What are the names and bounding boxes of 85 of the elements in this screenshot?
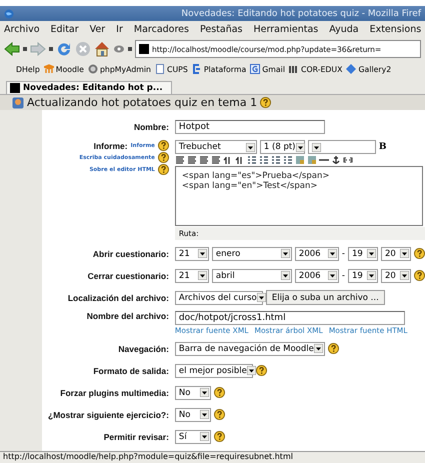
page-heading: Actualizando hot potatoes quiz en tema 1	[27, 96, 258, 109]
globe-icon	[88, 64, 98, 74]
help-icon[interactable]	[256, 365, 267, 376]
align-center-icon[interactable]	[186, 155, 197, 165]
field-label: Formato de salida:	[93, 366, 169, 376]
dropdown[interactable]: 20	[381, 246, 411, 260]
align-left-icon[interactable]	[174, 155, 185, 165]
field-label: Nombre:	[134, 122, 169, 132]
field-label: Nombre del archivo:	[86, 311, 169, 321]
help-icon[interactable]	[414, 270, 425, 281]
field-label: Forzar plugins multimedia:	[60, 388, 169, 398]
back-arrow-icon[interactable]	[4, 42, 20, 56]
dropdown[interactable]: 21	[174, 268, 209, 282]
dropdown[interactable]: 1 (8 pt)	[260, 140, 305, 154]
editor-text-area[interactable]: <span lang="es">Prueba</span> <span lang="en">Test</span>	[174, 166, 423, 226]
input-field[interactable]: doc/hotpot/jcross1.html	[174, 311, 405, 325]
field-label: Navegación:	[118, 344, 169, 354]
help-icon[interactable]	[214, 431, 225, 442]
window-title: Novedades: Editando hot potatoes quiz - Mozilla Firef	[180, 8, 421, 18]
indent-icon[interactable]	[282, 155, 293, 165]
dropdown[interactable]: 21	[174, 246, 209, 260]
dropdown[interactable]: 2006	[294, 246, 339, 260]
justify-icon[interactable]	[210, 155, 221, 165]
field-label: Abrir cuestionario:	[92, 248, 169, 258]
dropdown[interactable]: 2006	[294, 268, 339, 282]
menu-item[interactable]: Pestañas	[200, 24, 242, 35]
go-icon[interactable]	[113, 45, 125, 53]
help-icon[interactable]	[158, 140, 169, 151]
gem-icon	[346, 64, 356, 74]
dropdown[interactable]: 19	[348, 268, 378, 282]
dropdown[interactable]: 20	[381, 268, 411, 282]
dropdown[interactable]: enero	[212, 246, 292, 260]
dropdown[interactable]: abril	[212, 268, 292, 282]
bullet-list-icon[interactable]	[258, 155, 269, 165]
anchor-icon[interactable]	[330, 155, 341, 165]
dropdown[interactable]: No	[174, 408, 211, 422]
page-icon	[155, 64, 165, 74]
dropdown[interactable]: Barra de navegación de Moodle	[174, 342, 325, 356]
bars-icon	[289, 64, 299, 74]
menu-item[interactable]: Herramientas	[254, 24, 318, 35]
dropdown[interactable]: Archivos del curso	[174, 290, 263, 304]
link-icon[interactable]	[342, 155, 353, 165]
dropdown[interactable]: el mejor posible	[174, 364, 253, 378]
separator: -	[342, 248, 345, 258]
field-label: Permitir revisar:	[104, 432, 169, 442]
align-right-icon[interactable]	[198, 155, 209, 165]
help-icon[interactable]	[158, 164, 169, 175]
bold-button[interactable]: B	[378, 142, 387, 152]
help-icon[interactable]	[328, 343, 339, 354]
quiz-icon	[12, 96, 24, 108]
field-label: Cerrar cuestionario:	[88, 270, 169, 280]
input-field[interactable]: Hotpot	[174, 120, 325, 134]
menu-item[interactable]: Ayuda	[329, 24, 359, 35]
dropdown[interactable]: No	[174, 386, 211, 400]
menu-item[interactable]: Ver	[90, 24, 106, 35]
reload-icon[interactable]	[56, 41, 72, 57]
dropdown[interactable]: Sí	[174, 430, 211, 444]
site-icon	[10, 83, 20, 93]
field-label: ¿Mostrar siguiente ejercicio?:	[48, 410, 169, 420]
globe-icon	[4, 8, 14, 18]
field-label: Localización del archivo:	[68, 292, 169, 302]
menu-item[interactable]: Editar	[50, 24, 79, 35]
help-icon[interactable]	[214, 409, 225, 420]
menu-item[interactable]: Extensions	[370, 24, 422, 35]
status-bar: http://localhost/moodle/help.php?module=quiz&file=requiresubnet.html	[0, 451, 425, 463]
home-icon[interactable]	[94, 41, 110, 57]
choose-file-button[interactable]: Elija o suba un archivo ...	[266, 290, 385, 305]
help-icon[interactable]	[214, 387, 225, 398]
outdent-icon[interactable]	[270, 155, 281, 165]
browser-tab[interactable]: Novedades: Editando hot p...	[6, 81, 172, 94]
bracket-icon	[192, 64, 202, 74]
hat-icon	[44, 64, 54, 74]
help-icon[interactable]	[414, 248, 425, 259]
separator: -	[342, 270, 345, 280]
dropdown[interactable]: 19	[348, 246, 378, 260]
menu-item[interactable]: Marcadores	[134, 24, 189, 35]
help-icon[interactable]	[260, 97, 272, 108]
site-icon	[139, 44, 149, 54]
numbered-list-icon[interactable]	[246, 155, 257, 165]
menu-item[interactable]: Ir	[116, 24, 123, 35]
menu-item[interactable]: Archivo	[4, 24, 40, 35]
dropdown[interactable]: Trebuchet	[174, 140, 257, 154]
field-label: Informe:	[94, 140, 128, 150]
help-icon[interactable]	[158, 152, 169, 163]
mail-icon	[250, 64, 260, 74]
